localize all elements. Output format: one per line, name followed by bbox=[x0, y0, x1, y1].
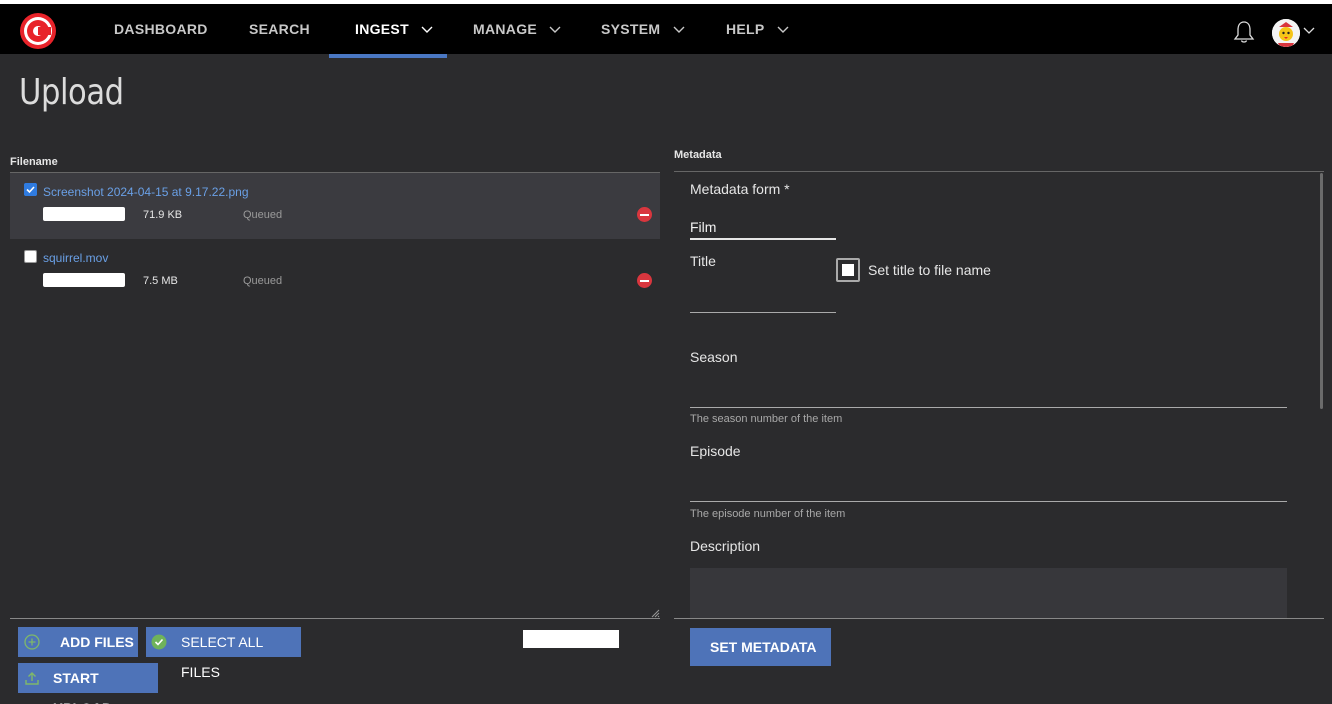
file-row[interactable]: Screenshot 2024-04-15 at 9.17.22.png 71.… bbox=[10, 173, 660, 239]
chevron-down-icon bbox=[549, 26, 561, 34]
nav-system-label: SYSTEM bbox=[601, 21, 661, 37]
bell-icon[interactable] bbox=[1233, 20, 1255, 44]
chevron-down-icon[interactable] bbox=[1302, 24, 1316, 38]
file-checkbox[interactable] bbox=[24, 183, 37, 196]
nav-manage[interactable]: MANAGE bbox=[473, 8, 561, 58]
file-size: 7.5 MB bbox=[143, 275, 178, 287]
resize-handle-icon[interactable] bbox=[651, 609, 660, 618]
nav-manage-label: MANAGE bbox=[473, 21, 538, 37]
set-title-label: Set title to file name bbox=[868, 262, 991, 278]
metadata-form-label: Metadata form * bbox=[690, 181, 790, 197]
nav-search-label: SEARCH bbox=[249, 21, 310, 37]
nav-ingest-label: INGEST bbox=[355, 21, 409, 37]
season-input[interactable] bbox=[690, 407, 1287, 408]
file-status: Queued bbox=[243, 209, 283, 221]
nav-dashboard-label: DASHBOARD bbox=[114, 21, 208, 37]
start-upload-label: START UPLOAD bbox=[53, 670, 112, 704]
check-circle-icon bbox=[151, 634, 167, 650]
title-label: Title bbox=[690, 253, 716, 269]
season-label: Season bbox=[690, 349, 738, 365]
blank-field bbox=[523, 630, 619, 648]
avatar-icon bbox=[1272, 19, 1300, 47]
progress-bar bbox=[43, 273, 125, 287]
nav-system[interactable]: SYSTEM bbox=[601, 8, 685, 58]
field-underline bbox=[690, 238, 836, 240]
nav-help-label: HELP bbox=[726, 21, 765, 37]
title-input[interactable] bbox=[690, 312, 836, 313]
file-row[interactable]: squirrel.mov 7.5 MB Queued bbox=[10, 239, 660, 305]
divider bbox=[674, 171, 1324, 172]
top-navigation-bar: DASHBOARD SEARCH INGEST MANAGE SYSTEM HE… bbox=[0, 0, 1332, 58]
nav-ingest[interactable]: INGEST bbox=[355, 8, 433, 58]
chevron-down-icon bbox=[777, 26, 788, 34]
remove-icon[interactable] bbox=[637, 273, 652, 288]
nav-dashboard[interactable]: DASHBOARD bbox=[114, 8, 208, 58]
file-name-link[interactable]: squirrel.mov bbox=[43, 251, 108, 265]
page-title: Upload bbox=[19, 72, 124, 113]
metadata-header: Metadata bbox=[674, 149, 722, 161]
chevron-down-icon bbox=[421, 26, 433, 34]
add-files-button[interactable]: ADD FILES bbox=[18, 627, 138, 657]
avatar[interactable] bbox=[1272, 19, 1300, 47]
file-status: Queued bbox=[243, 275, 283, 287]
remove-icon[interactable] bbox=[637, 207, 652, 222]
nav-search[interactable]: SEARCH bbox=[249, 8, 310, 58]
file-list-panel: Filename Screenshot 2024-04-15 at 9.17.2… bbox=[10, 150, 660, 620]
metadata-form-select[interactable]: Film bbox=[690, 219, 716, 235]
divider bbox=[10, 618, 660, 619]
logo-icon[interactable] bbox=[19, 12, 57, 50]
episode-input[interactable] bbox=[690, 501, 1287, 502]
add-files-label: ADD FILES bbox=[60, 634, 134, 650]
episode-label: Episode bbox=[690, 443, 741, 459]
file-name-link[interactable]: Screenshot 2024-04-15 at 9.17.22.png bbox=[43, 185, 249, 199]
upload-icon bbox=[25, 672, 39, 685]
active-tab-indicator bbox=[329, 54, 447, 58]
plus-circle-icon bbox=[24, 634, 40, 650]
description-textarea[interactable] bbox=[690, 568, 1287, 618]
set-title-checkbox[interactable] bbox=[836, 258, 860, 282]
nav-help[interactable]: HELP bbox=[726, 8, 789, 58]
scrollbar[interactable] bbox=[1320, 173, 1323, 409]
set-metadata-button[interactable]: SET METADATA bbox=[690, 628, 831, 666]
start-upload-button[interactable]: START UPLOAD bbox=[18, 663, 158, 704]
file-size: 71.9 KB bbox=[143, 209, 183, 221]
filename-column-header: Filename bbox=[10, 156, 58, 168]
chevron-down-icon bbox=[673, 26, 685, 34]
select-all-files-label: SELECT ALL FILES bbox=[181, 634, 263, 680]
episode-help-text: The episode number of the item bbox=[690, 508, 846, 520]
select-all-files-button[interactable]: SELECT ALL FILES bbox=[146, 627, 301, 680]
file-checkbox[interactable] bbox=[24, 250, 37, 263]
progress-bar bbox=[43, 207, 125, 221]
set-metadata-label: SET METADATA bbox=[710, 639, 817, 655]
divider bbox=[674, 618, 1324, 619]
season-help-text: The season number of the item bbox=[690, 413, 843, 425]
description-label: Description bbox=[690, 538, 761, 554]
